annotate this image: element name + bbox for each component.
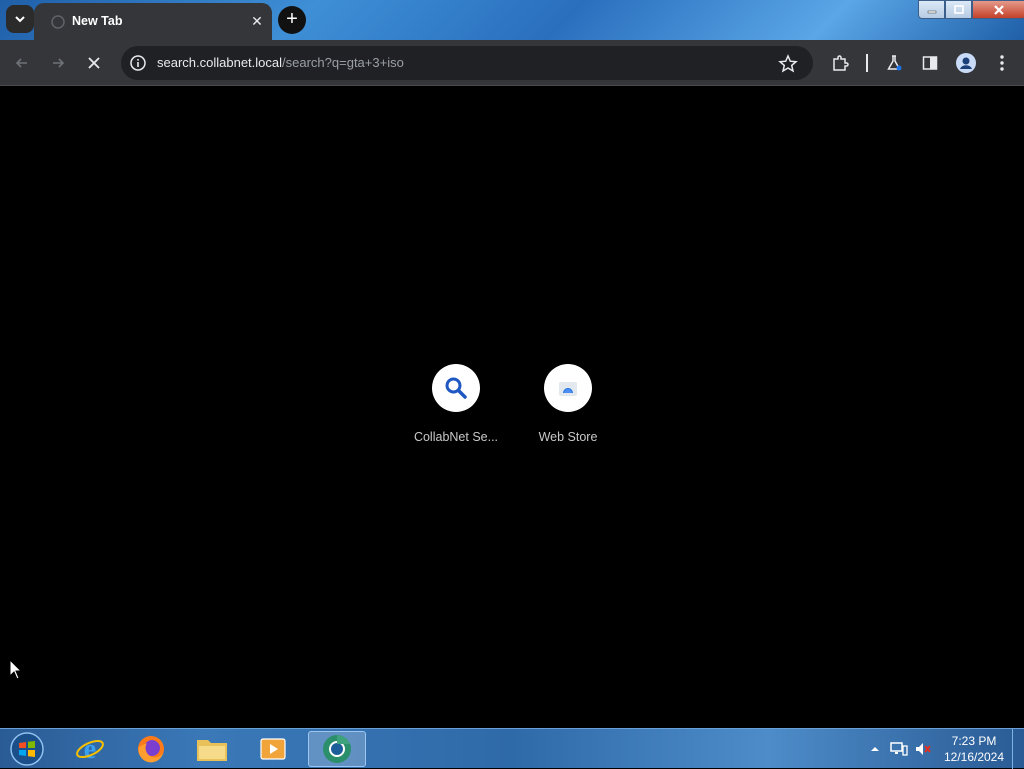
stop-button[interactable] <box>81 50 107 76</box>
tray-network[interactable] <box>890 741 908 757</box>
maximize-button[interactable] <box>945 0 972 19</box>
shortcut-label: CollabNet Se... <box>413 430 499 444</box>
firefox-icon <box>138 736 164 763</box>
shortcut-icon-circle <box>432 364 480 412</box>
taskbar-media-player[interactable] <box>244 731 302 767</box>
forward-button[interactable] <box>45 50 71 76</box>
toolbar-divider <box>866 54 868 72</box>
taskbar-internet-explorer[interactable]: e <box>61 731 119 767</box>
new-tab-page: CollabNet Se... Web Store <box>0 87 1024 728</box>
chevron-down-icon <box>15 16 25 23</box>
tab-search-button[interactable] <box>6 5 34 33</box>
chrome-icon <box>323 735 351 763</box>
labs-flask-icon <box>887 55 902 71</box>
url-host: search.collabnet.local <box>157 55 283 70</box>
menu-button[interactable] <box>989 50 1015 76</box>
start-button[interactable] <box>0 731 54 767</box>
tray-expand-button[interactable] <box>866 741 884 757</box>
tray-expand-icon <box>871 747 879 751</box>
back-button[interactable] <box>9 50 35 76</box>
shortcut-web-store[interactable]: Web Store <box>520 364 616 460</box>
clock-time: 7:23 PM <box>951 734 997 748</box>
mouse-cursor-icon <box>9 659 23 680</box>
side-panel-icon <box>922 56 938 70</box>
profile-button[interactable] <box>953 50 979 76</box>
clock-date: 12/16/2024 <box>943 750 1005 764</box>
windows-taskbar: e 7:23 PM 12/16/2024 <box>0 728 1024 769</box>
taskbar-file-explorer[interactable] <box>183 731 241 767</box>
taskbar-clock[interactable]: 7:23 PM 12/16/2024 <box>940 733 1008 765</box>
url-path: /search?q=gta+3+iso <box>282 55 404 70</box>
side-panel-button[interactable] <box>917 50 943 76</box>
profile-icon <box>956 53 976 73</box>
shortcut-collabnet-search[interactable]: CollabNet Se... <box>408 364 504 460</box>
site-info-icon[interactable] <box>129 54 147 72</box>
maximize-icon <box>953 4 964 14</box>
volume-muted-icon <box>916 743 931 755</box>
internet-explorer-icon: e <box>76 734 104 765</box>
close-icon <box>994 4 1004 15</box>
show-desktop-button[interactable] <box>1012 729 1024 769</box>
network-icon <box>890 742 908 756</box>
shortcut-label: Web Store <box>538 430 598 444</box>
file-explorer-icon <box>197 740 227 761</box>
extensions-button[interactable] <box>827 50 853 76</box>
labs-button[interactable] <box>881 50 907 76</box>
menu-kebab-icon <box>1000 55 1004 71</box>
extensions-icon <box>833 55 849 71</box>
taskbar-chrome[interactable] <box>308 731 366 767</box>
back-arrow-icon <box>15 58 27 68</box>
tab-title: New Tab <box>72 14 123 28</box>
minimize-button[interactable] <box>918 0 945 19</box>
new-tab-button[interactable]: + <box>278 6 306 34</box>
minimize-icon <box>927 10 936 13</box>
svg-text:e: e <box>84 734 96 765</box>
search-magnifier-icon <box>445 377 467 399</box>
address-bar[interactable]: search.collabnet.local/search?q=gta+3+is… <box>121 46 813 80</box>
tab-close-icon[interactable]: ✕ <box>248 12 266 30</box>
star-icon[interactable] <box>777 53 799 75</box>
tab-new-tab[interactable]: New Tab ✕ <box>34 3 272 40</box>
url-text[interactable]: search.collabnet.local/search?q=gta+3+is… <box>157 55 404 70</box>
media-player-icon <box>260 738 286 760</box>
close-button[interactable] <box>972 0 1024 19</box>
taskbar-firefox[interactable] <box>122 731 180 767</box>
web-store-icon <box>559 382 577 396</box>
shortcut-icon-circle <box>544 364 592 412</box>
tray-volume[interactable] <box>914 741 932 757</box>
chrome-newtab-icon <box>51 15 65 29</box>
browser-toolbar: search.collabnet.local/search?q=gta+3+is… <box>0 40 1024 86</box>
windows-start-orb-icon <box>10 732 44 766</box>
browser-titlebar: New Tab ✕ + <box>0 0 1024 40</box>
stop-loading-icon <box>88 57 100 69</box>
forward-arrow-icon <box>53 58 65 68</box>
window-controls <box>918 0 1024 19</box>
